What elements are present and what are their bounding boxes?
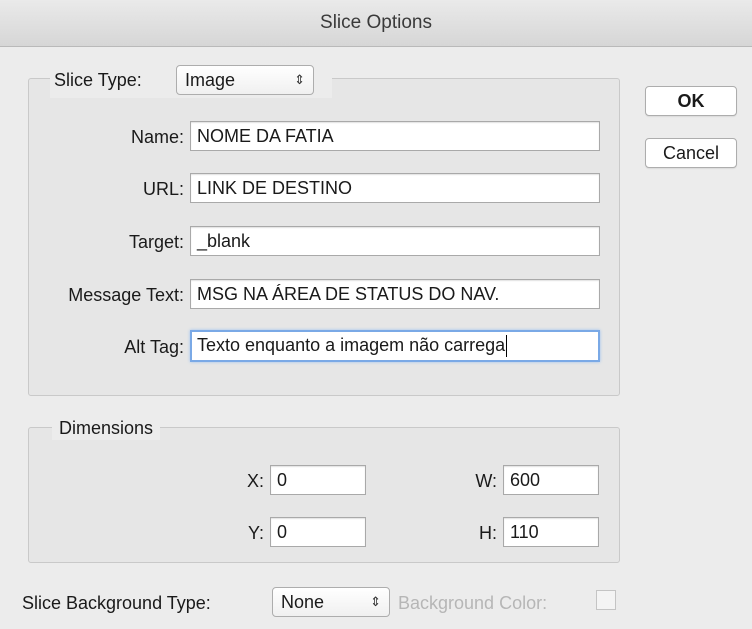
slice-type-label: Slice Type:: [54, 70, 142, 90]
w-field[interactable]: 600: [503, 465, 599, 495]
dimensions-legend: Dimensions: [52, 416, 161, 440]
y-field[interactable]: 0: [270, 517, 366, 547]
message-text-value: MSG NA ÁREA DE STATUS DO NAV.: [197, 284, 500, 304]
url-label: URL:: [142, 179, 184, 199]
slice-type-value: Image: [185, 70, 236, 90]
name-label: Name:: [130, 127, 184, 147]
message-text-label: Message Text:: [68, 285, 184, 305]
alt-tag-field[interactable]: Texto enquanto a imagem não carrega: [190, 330, 600, 362]
y-label: Y:: [247, 523, 264, 543]
x-label: X:: [246, 471, 264, 491]
slice-type-select[interactable]: Image ⇕: [176, 65, 314, 95]
background-color-swatch: [596, 590, 616, 610]
w-label: W:: [475, 471, 497, 491]
x-value: 0: [277, 470, 288, 490]
target-field[interactable]: _blank: [190, 226, 600, 256]
x-field[interactable]: 0: [270, 465, 366, 495]
h-value: 110: [510, 522, 539, 542]
text-caret: [506, 335, 508, 358]
url-value: LINK DE DESTINO: [197, 178, 353, 198]
w-value: 600: [510, 470, 541, 490]
message-text-field[interactable]: MSG NA ÁREA DE STATUS DO NAV.: [190, 279, 600, 309]
target-value: _blank: [197, 231, 251, 251]
alt-tag-label: Alt Tag:: [124, 337, 184, 357]
h-label: H:: [479, 523, 497, 543]
slice-background-type-select[interactable]: None ⇕: [272, 587, 390, 617]
background-color-label: Background Color:: [398, 593, 548, 613]
target-label: Target:: [128, 232, 184, 252]
popup-arrows-icon: ⇕: [294, 72, 305, 87]
cancel-button[interactable]: Cancel: [645, 138, 737, 168]
slice-background-type-label: Slice Background Type:: [22, 593, 211, 613]
popup-arrows-icon: ⇕: [370, 594, 381, 609]
url-field[interactable]: LINK DE DESTINO: [190, 173, 600, 203]
ok-button[interactable]: OK: [645, 86, 737, 116]
y-value: 0: [277, 522, 288, 542]
slice-background-type-value: None: [281, 592, 325, 612]
name-value: NOME DA FATIA: [197, 126, 334, 146]
window-title: Slice Options: [0, 0, 752, 47]
alt-tag-value: Texto enquanto a imagem não carrega: [197, 335, 506, 355]
h-field[interactable]: 110: [503, 517, 599, 547]
name-field[interactable]: NOME DA FATIA: [190, 121, 600, 151]
